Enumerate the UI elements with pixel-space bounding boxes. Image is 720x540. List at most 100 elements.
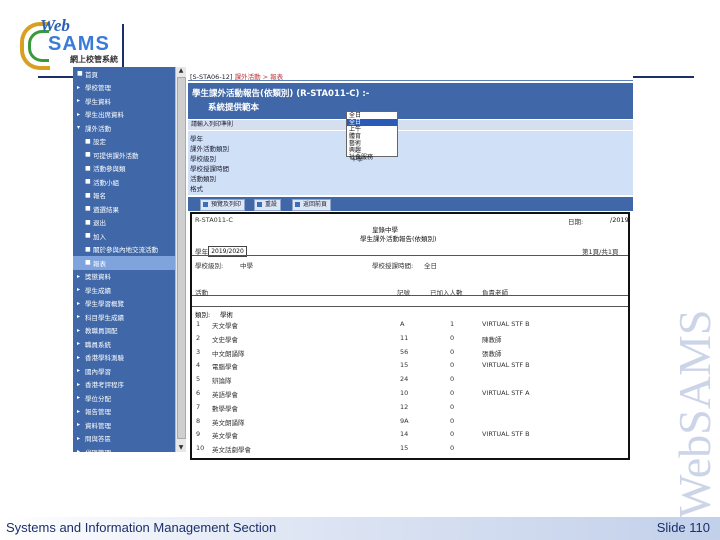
cell-code: 10 (400, 389, 409, 397)
reset-button[interactable]: 重設 (254, 199, 282, 211)
dropdown-option[interactable]: 全日 (347, 119, 397, 126)
cell-code: 9A (400, 416, 409, 425)
cell-staff: VIRTUAL STF B (482, 361, 530, 370)
sidebar-item[interactable]: ▸ 學生學習概覽 (73, 297, 175, 311)
sidebar-item-label: 報告管理 (85, 408, 111, 417)
dropdown-option[interactable]: 興趣 (347, 147, 397, 154)
sidebar-item[interactable]: ■ 可提供課外活動 (73, 148, 175, 162)
scroll-down-icon[interactable]: ▼ (177, 444, 185, 452)
footer-slide-number: Slide 110 (656, 520, 710, 535)
sidebar-item-label: 設定 (93, 138, 106, 147)
sidebar-item[interactable]: ▸ 代碼管理 (73, 445, 175, 452)
sidebar-item[interactable]: ▸ 問與答區 (73, 432, 175, 446)
dropdown-option[interactable]: 全日 (347, 112, 397, 119)
arrow-down-icon: ▾ (77, 124, 81, 132)
sidebar-item[interactable]: ▸ 香港考評程序 (73, 378, 175, 392)
sidebar-item[interactable]: ▸ 學校管理 (73, 81, 175, 95)
websams-watermark: WebSAMS (669, 309, 720, 518)
arrow-right-icon: ▸ (77, 367, 81, 375)
sidebar-item[interactable]: ▸ 職員系統 (73, 337, 175, 351)
dropdown-option[interactable]: 上午 (347, 126, 397, 133)
sidebar-item[interactable]: ▸ 學生資料 (73, 94, 175, 108)
cell-count: 1 (450, 320, 455, 328)
cell-name: 數學學會 (212, 404, 238, 413)
report-category-value: 學術 (220, 311, 233, 319)
sidebar-item[interactable]: ■ 遴選結果 (73, 202, 175, 216)
report-rule (192, 255, 628, 256)
page-subtitle: 系統提供範本 (208, 103, 260, 113)
sidebar-item[interactable]: ▸ 科目學生成績 (73, 310, 175, 324)
cell-no: 1 (196, 320, 201, 328)
dropdown-option[interactable]: 社會服務 (347, 154, 397, 161)
form-label-category: 活動類別 (190, 175, 216, 183)
sidebar-item[interactable]: ■ 活動小組 (73, 175, 175, 189)
cell-no: 8 (196, 416, 201, 425)
report-level-label: 學校級別: (195, 262, 224, 270)
cell-count: 0 (450, 430, 455, 439)
sidebar-item[interactable]: ■ 首頁 (73, 67, 175, 81)
bullet-icon: ■ (85, 232, 91, 240)
sidebar-item-label: 加入 (93, 232, 106, 241)
sidebar-item-label: 遴選結果 (93, 205, 119, 214)
table-row: 6 英語學會 10 0 VIRTUAL STF A (192, 389, 628, 403)
cell-staff: VIRTUAL STF A (482, 389, 530, 397)
bullet-icon: ■ (85, 218, 91, 226)
session-dropdown-list[interactable]: 全日 全日 上午 體育 藝術 興趣 社會服務 (346, 111, 398, 161)
websams-logo: Web SAMS 網上校管系統 (14, 16, 126, 72)
sidebar-item-label: 獎懲資料 (85, 273, 111, 282)
cell-count: 0 (450, 361, 455, 370)
sidebar-scrollbar[interactable]: ▲ ▼ (175, 67, 186, 452)
form-label-format: 格式 (190, 185, 203, 193)
sidebar-item-label: 活動參與類 (93, 165, 126, 174)
cell-count: 0 (450, 402, 455, 411)
reset-label: 重設 (265, 201, 278, 208)
arrow-right-icon: ▸ (77, 421, 81, 429)
dropdown-option[interactable]: 藝術 (347, 140, 397, 147)
sidebar-item-label: 首頁 (85, 70, 98, 79)
cell-code: 12 (400, 402, 409, 411)
report-level-value: 中學 (240, 262, 253, 270)
cell-code: 24 (400, 375, 409, 384)
back-label: 返回前頁 (303, 201, 328, 208)
report-session-label: 學校授課時間: (372, 262, 414, 270)
bullet-icon: ■ (85, 191, 91, 199)
form-label-school-level: 學校級別 (190, 155, 216, 163)
arrow-right-icon: ▸ (77, 313, 81, 321)
cell-no: 9 (196, 430, 201, 439)
sidebar-item[interactable]: ■ 關於參與內地交流活動 (73, 243, 175, 257)
sidebar-item[interactable]: ▸ 學生成績 (73, 283, 175, 297)
preview-print-button[interactable]: 預覽及列印 (200, 199, 246, 211)
sidebar-item[interactable]: ▸ 學位分配 (73, 391, 175, 405)
back-button[interactable]: 返回前頁 (292, 199, 332, 211)
cell-staff: VIRTUAL STF B (482, 430, 530, 439)
sidebar-item[interactable]: ▸ 報告管理 (73, 405, 175, 419)
cell-staff: VIRTUAL STF B (482, 320, 530, 328)
dropdown-option[interactable]: 體育 (347, 133, 397, 140)
table-row: 4 電腦學會 15 0 VIRTUAL STF B (192, 361, 628, 375)
sidebar-item[interactable]: ■ 加入 (73, 229, 175, 243)
sidebar-item[interactable]: ▸ 資料管理 (73, 418, 175, 432)
sidebar-item[interactable]: ▸ 香港學科測驗 (73, 351, 175, 365)
form-label-activity-type: 課外活動類別 (190, 145, 229, 153)
sidebar-item-label: 報表 (93, 259, 106, 268)
sidebar-item[interactable]: ▸ 教職員調配 (73, 324, 175, 338)
cell-count: 0 (450, 389, 455, 397)
sidebar-item[interactable]: ■ 退出 (73, 216, 175, 230)
scrollbar-thumb[interactable] (177, 77, 186, 439)
sidebar-item[interactable]: ■ 設定 (73, 135, 175, 149)
report-date-label: 日期: (568, 218, 584, 226)
sidebar-item[interactable]: ▸ 獎懲資料 (73, 270, 175, 284)
sidebar-item[interactable]: ■ 報表 (73, 256, 175, 270)
sidebar-item[interactable]: ▸ 國內學習 (73, 364, 175, 378)
sidebar-item[interactable]: ▾ 課外活動 (73, 121, 175, 135)
sidebar-item[interactable]: ■ 報名 (73, 189, 175, 203)
sidebar-item[interactable]: ■ 活動參與類 (73, 162, 175, 176)
sidebar-item[interactable]: ▸ 學生出席資料 (73, 108, 175, 122)
scroll-up-icon[interactable]: ▲ (177, 67, 185, 75)
report-code: R-STA011-C (195, 216, 233, 224)
criteria-form: 學年 課外活動類別 學校級別 學校授課時間 活動類別 格式 201 B 中學 (188, 131, 633, 195)
form-label-session: 學校授課時間 (190, 165, 229, 173)
cell-no: 3 (196, 347, 201, 356)
form-label-year: 學年 (190, 135, 203, 143)
sidebar-item-label: 學生學習概覽 (85, 300, 124, 309)
